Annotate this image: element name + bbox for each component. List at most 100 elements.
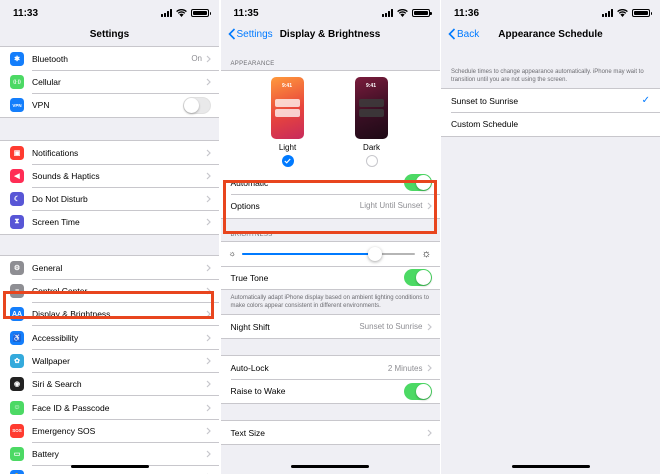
wallpaper-icon: ✿: [10, 353, 24, 368]
settings-group-notifications: ▣ Notifications ◀ Sounds & Haptics ☾ Do Not D…: [0, 139, 219, 236]
back-button[interactable]: Settings: [227, 26, 273, 42]
settings-row-control-center[interactable]: ≡ Control Center: [0, 279, 219, 303]
chevron-right-icon: [206, 172, 211, 180]
display-brightness-icon: AA: [10, 307, 24, 322]
chevron-right-icon: [427, 364, 432, 372]
settings-row-emergency-sos[interactable]: SOS Emergency SOS: [0, 419, 219, 443]
preview-time: 9:41: [281, 83, 292, 89]
settings-row-label: Display & Brightness: [32, 309, 111, 320]
settings-row-value: On: [191, 54, 202, 64]
control-center-icon: ≡: [10, 284, 24, 299]
speaker-icon: ◀: [10, 168, 24, 183]
chevron-right-icon: [206, 380, 211, 388]
face-id-icon: ☺: [10, 400, 24, 415]
chevron-right-icon: [206, 427, 211, 435]
raise-to-wake-row[interactable]: Raise to Wake: [221, 380, 440, 403]
light-mode-label: Light: [278, 143, 297, 152]
settings-row-battery[interactable]: ▭ Battery: [0, 442, 219, 467]
back-button[interactable]: Back: [448, 26, 479, 42]
night-shift-row[interactable]: Night Shift Sunset to Sunrise: [221, 315, 440, 338]
brightness-slider[interactable]: [241, 246, 416, 261]
chevron-right-icon: [206, 310, 211, 318]
hourglass-icon: ⧗: [10, 215, 24, 230]
automatic-toggle[interactable]: [403, 174, 432, 192]
home-indicator: [291, 465, 369, 468]
page-title: Appearance Schedule: [498, 28, 603, 40]
settings-row-bluetooth[interactable]: ✱ Bluetooth On: [0, 47, 219, 71]
sun-large-icon: ☼: [421, 247, 432, 260]
chevron-right-icon: [206, 334, 211, 342]
radio-unselected-icon: [365, 155, 378, 167]
status-bar: 11:33: [0, 0, 219, 26]
settings-group-general: ⚙ General ≡ Control Center AA Display & Brigh…: [0, 255, 219, 474]
display-brightness-screen: 11:35 Settings Display & Brightness APPE…: [220, 0, 440, 474]
auto-lock-row[interactable]: Auto-Lock 2 Minutes: [221, 356, 440, 380]
chevron-right-icon: [427, 323, 432, 331]
options-row[interactable]: Options Light Until Sunset: [221, 194, 440, 217]
settings-row-display-brightness[interactable]: AA Display & Brightness: [0, 303, 219, 327]
schedule-option-label: Custom Schedule: [451, 119, 519, 130]
schedule-option-custom[interactable]: Custom Schedule: [441, 112, 660, 135]
settings-row-accessibility[interactable]: ♿ Accessibility: [0, 326, 219, 350]
auto-lock-label: Auto-Lock: [230, 363, 269, 374]
settings-row-face-id-passcode[interactable]: ☺ Face ID & Passcode: [0, 396, 219, 420]
wifi-icon: [396, 9, 408, 17]
nav-bar: Back Appearance Schedule: [441, 26, 660, 42]
nav-bar: Settings: [0, 26, 219, 42]
appearance-settings: Automatic Options Light Until Sunset: [220, 171, 440, 219]
preview-time: 9:41: [365, 83, 376, 89]
settings-row-label: Sounds & Haptics: [32, 170, 100, 181]
settings-row-label: General: [32, 262, 63, 273]
settings-row-do-not-disturb[interactable]: ☾ Do Not Disturb: [0, 187, 219, 212]
vpn-toggle[interactable]: [183, 96, 211, 114]
battery-status-icon: [411, 9, 432, 17]
wifi-icon: [617, 9, 628, 17]
settings-row-general[interactable]: ⚙ General: [0, 256, 219, 280]
page-title: Display & Brightness: [279, 28, 381, 40]
settings-row-notifications[interactable]: ▣ Notifications: [0, 141, 219, 165]
settings-row-cellular[interactable]: ((·)) Cellular: [0, 70, 219, 94]
status-time: 11:33: [13, 7, 39, 19]
brightness-slider-thumb[interactable]: [368, 246, 383, 261]
brightness-header: BRIGHTNESS: [230, 231, 273, 238]
settings-row-label: Notifications: [32, 147, 79, 158]
automatic-row[interactable]: Automatic: [221, 171, 440, 195]
nav-bar: Settings Display & Brightness: [221, 26, 440, 42]
settings-row-label: Emergency SOS: [32, 425, 96, 436]
signal-icon: [161, 9, 172, 17]
privacy-hand-icon: ✋: [10, 470, 24, 474]
night-shift-value: Sunset to Sunrise: [359, 322, 423, 332]
accessibility-icon: ♿: [10, 330, 24, 345]
chevron-right-icon: [427, 429, 432, 437]
light-mode-option[interactable]: 9:41 Light: [270, 77, 305, 167]
settings-row-label: Face ID & Passcode: [32, 402, 110, 413]
settings-group-connectivity: ✱ Bluetooth On ((·)) Cellular VPN VPN: [0, 46, 219, 118]
settings-row-wallpaper[interactable]: ✿ Wallpaper: [0, 349, 219, 373]
settings-row-label: Screen Time: [32, 217, 80, 228]
schedule-option-sunset-to-sunrise[interactable]: Sunset to Sunrise ✓: [441, 89, 660, 113]
true-tone-toggle[interactable]: [403, 269, 432, 287]
true-tone-label: True Tone: [230, 272, 269, 283]
bluetooth-icon: ✱: [10, 51, 24, 66]
home-indicator: [511, 465, 590, 468]
settings-row-label: Bluetooth: [32, 53, 68, 64]
brightness-slider-fill: [241, 252, 376, 255]
text-size-row[interactable]: Text Size: [221, 421, 440, 444]
chevron-right-icon: [206, 287, 211, 295]
schedule-options: Sunset to Sunrise ✓ Custom Schedule: [441, 88, 660, 137]
settings-row-siri-search[interactable]: ◉ Siri & Search: [0, 373, 219, 397]
moon-icon: ☾: [10, 192, 24, 207]
battery-icon: ▭: [10, 447, 24, 462]
status-bar: 11:35: [221, 0, 440, 26]
night-shift-label: Night Shift: [230, 321, 270, 332]
dark-mode-option[interactable]: 9:41 Dark: [354, 77, 389, 167]
status-bar: 11:36: [441, 0, 660, 26]
sun-small-icon: ☼: [228, 249, 236, 259]
light-mode-preview: 9:41: [270, 77, 304, 139]
raise-to-wake-toggle[interactable]: [403, 382, 432, 400]
settings-row-vpn[interactable]: VPN VPN: [0, 94, 219, 117]
true-tone-row[interactable]: True Tone: [220, 265, 440, 289]
signal-icon: [381, 9, 393, 17]
settings-row-sounds-haptics[interactable]: ◀ Sounds & Haptics: [0, 164, 219, 188]
settings-row-screen-time[interactable]: ⧗ Screen Time: [0, 211, 219, 234]
